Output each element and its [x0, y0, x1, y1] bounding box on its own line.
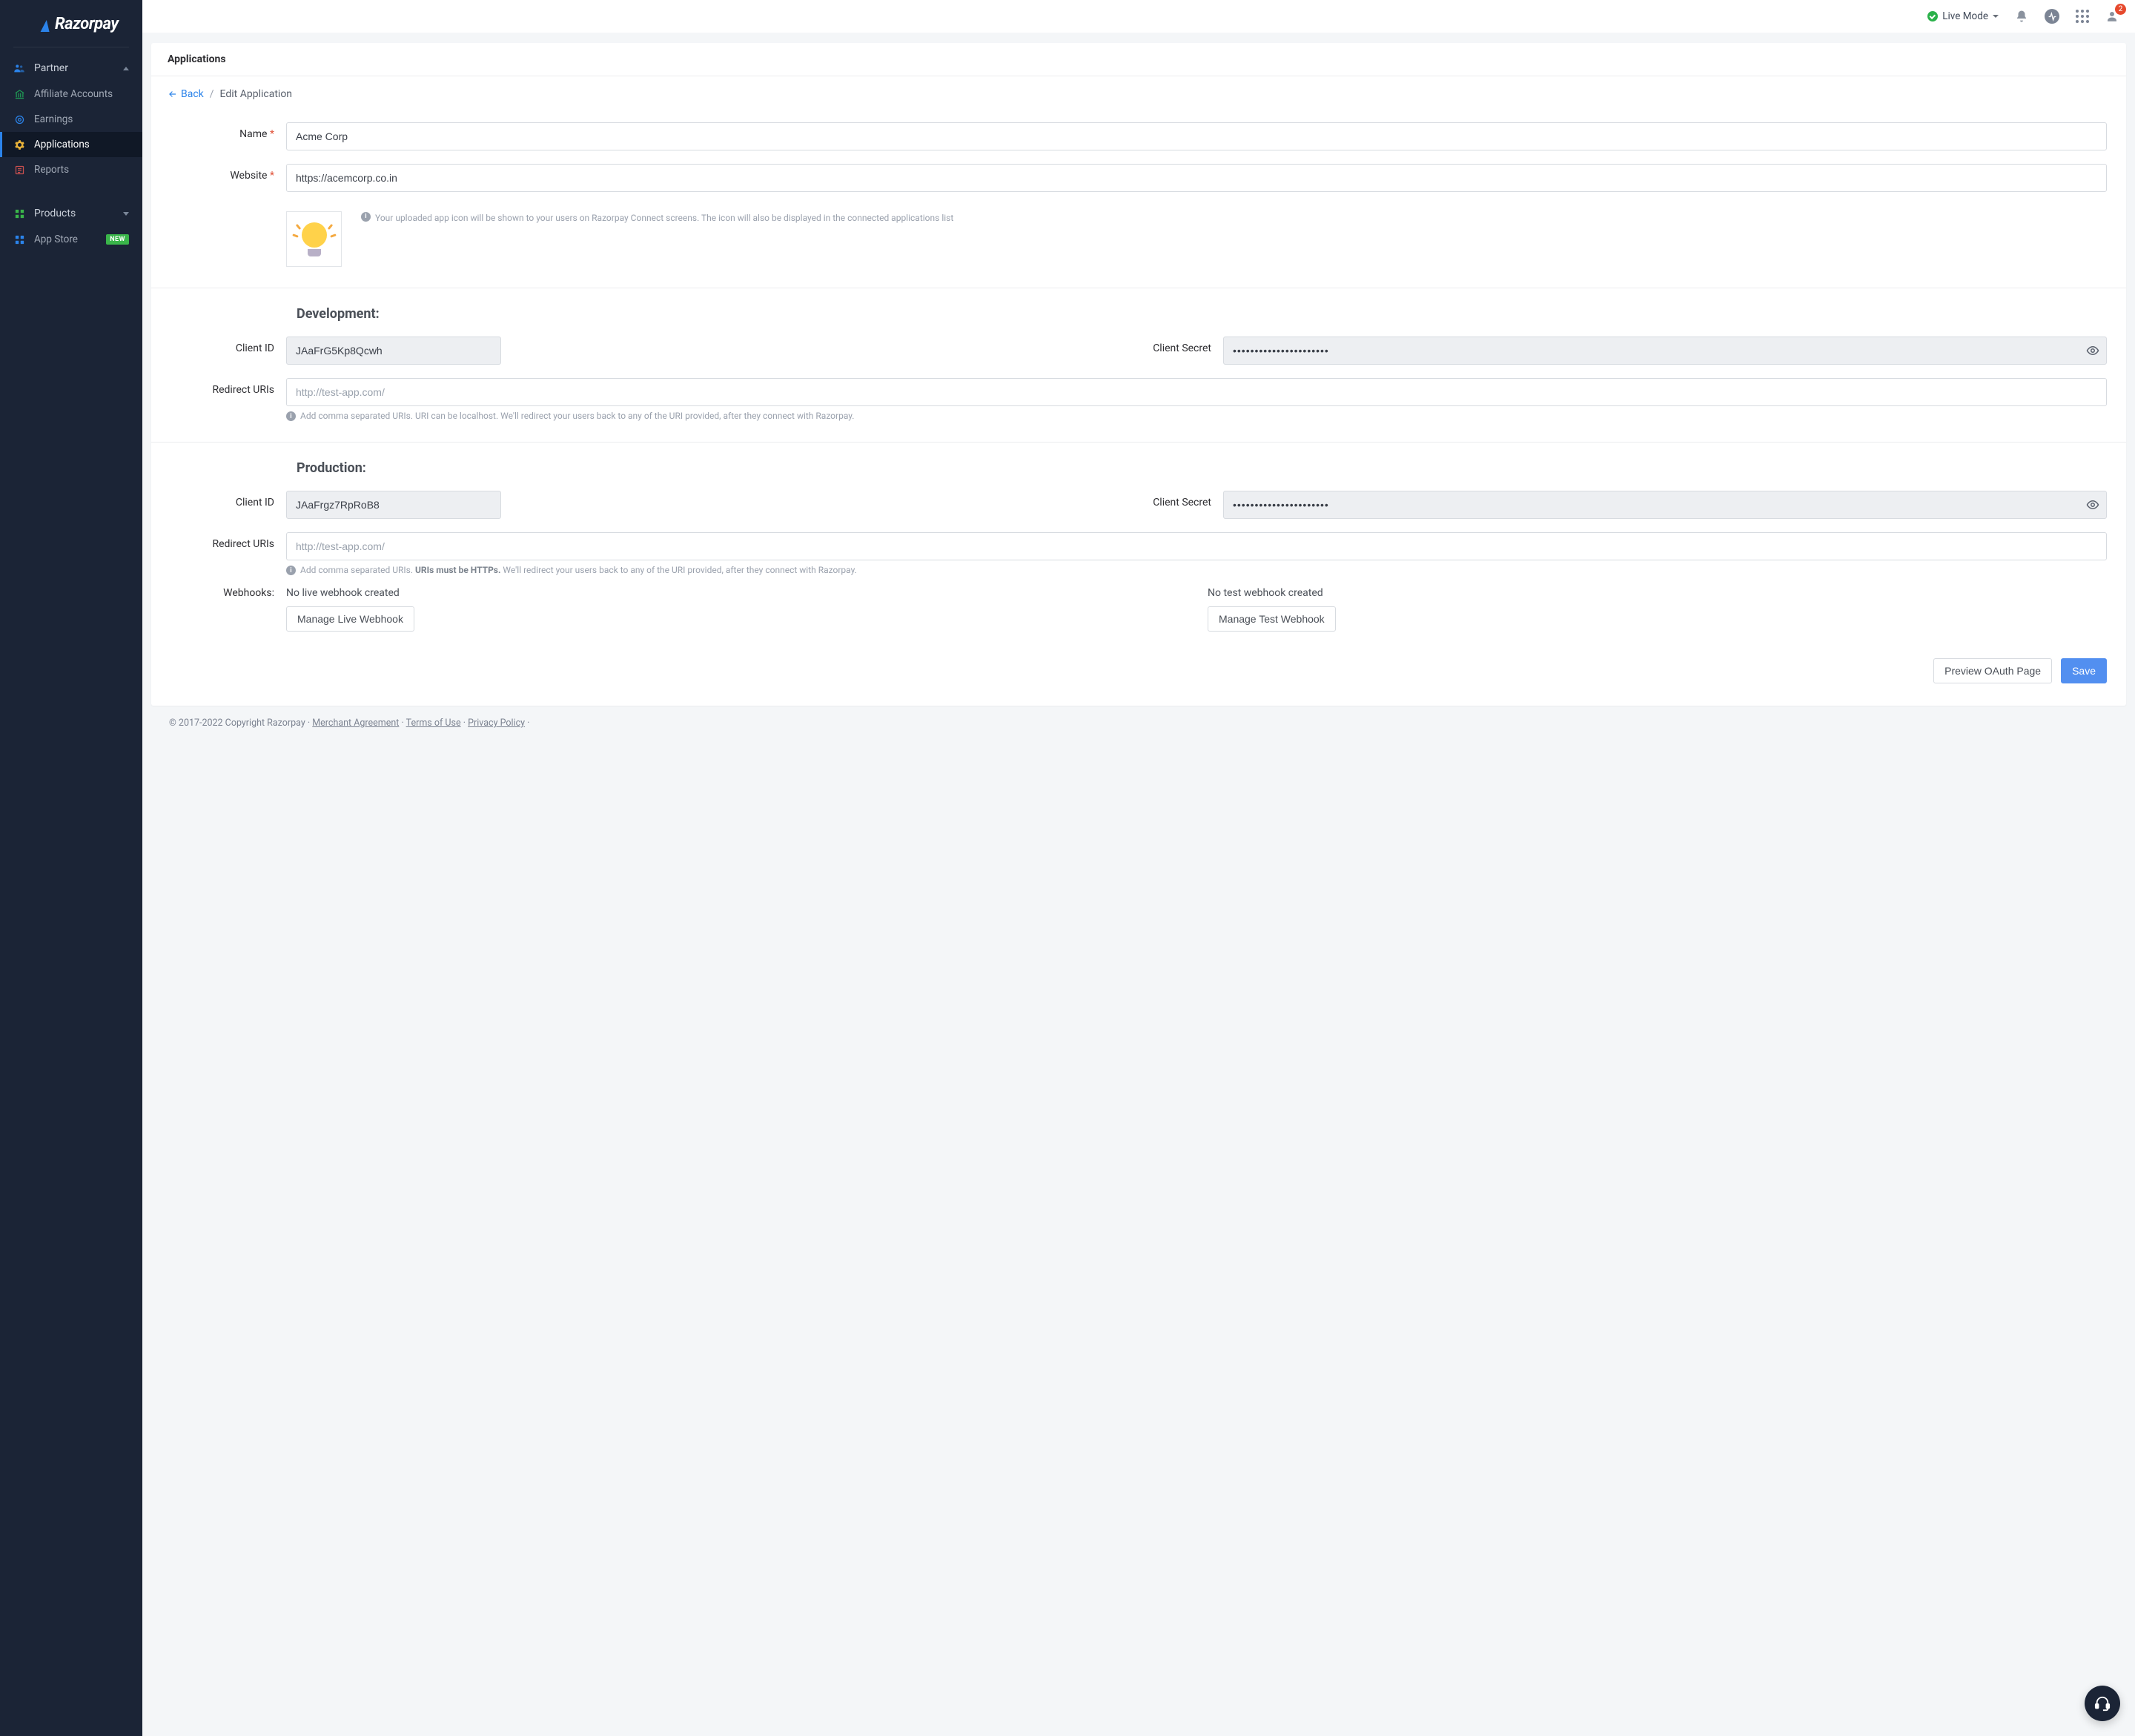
prod-client-id-label: Client ID — [171, 491, 274, 508]
sidebar-section-products[interactable]: Products — [0, 200, 142, 227]
name-input[interactable] — [286, 122, 2107, 150]
sidebar-item-label: Affiliate Accounts — [34, 88, 113, 100]
target-icon — [13, 113, 25, 125]
prod-redirect-hint: i Add comma separated URIs. URIs must be… — [286, 565, 2107, 575]
help-fab[interactable] — [2085, 1686, 2120, 1721]
gear-icon — [13, 139, 25, 150]
bell-icon[interactable] — [2015, 10, 2028, 23]
dev-client-secret-label: Client Secret — [1145, 337, 1211, 354]
sidebar: Razorpay Partner Affiliate Accounts Earn… — [0, 0, 142, 1736]
preview-oauth-button[interactable]: Preview OAuth Page — [1933, 658, 2052, 683]
prod-client-id-input — [286, 491, 501, 519]
logo-mark-icon — [41, 20, 51, 32]
people-icon — [13, 62, 25, 74]
chevron-down-icon — [1993, 15, 1999, 18]
reveal-secret-button[interactable] — [2086, 344, 2099, 357]
breadcrumb-separator: / — [210, 88, 214, 100]
production-section-title: Production: — [297, 460, 2107, 476]
sidebar-item-label: Reports — [34, 164, 69, 176]
notification-count-badge: 2 — [2115, 4, 2126, 15]
info-icon: i — [286, 566, 296, 575]
manage-live-webhook-button[interactable]: Manage Live Webhook — [286, 606, 414, 632]
brand-logo[interactable]: Razorpay — [13, 12, 129, 47]
sidebar-item-app-store[interactable]: App Store NEW — [0, 227, 142, 252]
sidebar-section-label: Products — [34, 208, 76, 219]
breadcrumb-current: Edit Application — [220, 88, 293, 100]
info-icon: i — [286, 411, 296, 421]
icon-hint: i Your uploaded app icon will be shown t… — [361, 211, 953, 225]
eye-icon — [2086, 344, 2099, 357]
sidebar-item-applications[interactable]: Applications — [0, 132, 142, 157]
sidebar-item-earnings[interactable]: Earnings — [0, 107, 142, 132]
back-link[interactable]: Back — [168, 88, 204, 100]
test-webhook-status: No test webhook created — [1208, 587, 2107, 599]
sidebar-item-label: App Store — [34, 233, 78, 245]
breadcrumb: Back / Edit Application — [151, 76, 2126, 109]
topbar: Live Mode 2 — [142, 0, 2135, 33]
sidebar-section-partner[interactable]: Partner — [0, 55, 142, 82]
live-webhook-status: No live webhook created — [286, 587, 1185, 599]
reveal-secret-button[interactable] — [2086, 498, 2099, 511]
chevron-up-icon — [123, 67, 129, 70]
dev-redirect-label: Redirect URIs — [171, 378, 274, 396]
dev-client-id-label: Client ID — [171, 337, 274, 354]
website-input[interactable] — [286, 164, 2107, 192]
report-icon — [13, 164, 25, 176]
mode-selector[interactable]: Live Mode — [1927, 10, 1999, 22]
manage-test-webhook-button[interactable]: Manage Test Webhook — [1208, 606, 1336, 632]
page-title: Applications — [151, 43, 2126, 76]
sidebar-item-label: Earnings — [34, 113, 73, 125]
sidebar-item-reports[interactable]: Reports — [0, 157, 142, 182]
app-icon-upload[interactable] — [286, 211, 342, 267]
bank-icon — [13, 88, 25, 100]
terms-of-use-link[interactable]: Terms of Use — [406, 718, 461, 729]
headset-icon — [2094, 1695, 2111, 1712]
prod-client-secret-input — [1223, 491, 2107, 519]
lightbulb-icon — [299, 222, 330, 256]
mode-label: Live Mode — [1942, 10, 1988, 22]
save-button[interactable]: Save — [2061, 658, 2107, 683]
privacy-policy-link[interactable]: Privacy Policy — [468, 718, 525, 729]
user-menu[interactable]: 2 — [2105, 10, 2119, 23]
footer: © 2017-2022 Copyright Razorpay · Merchan… — [151, 706, 2126, 751]
webhooks-label: Webhooks: — [171, 587, 274, 599]
development-section-title: Development: — [297, 306, 2107, 322]
dev-client-id-input — [286, 337, 501, 365]
sidebar-item-label: Applications — [34, 139, 90, 150]
arrow-left-icon — [168, 89, 178, 99]
dev-redirect-input[interactable] — [286, 378, 2107, 406]
prod-client-secret-label: Client Secret — [1145, 491, 1211, 508]
grid-icon — [13, 208, 25, 219]
footer-copyright: © 2017-2022 Copyright Razorpay · — [169, 718, 312, 729]
new-badge: NEW — [106, 234, 129, 245]
chevron-down-icon — [123, 212, 129, 216]
sidebar-item-affiliate-accounts[interactable]: Affiliate Accounts — [0, 82, 142, 107]
website-label: Website — [171, 164, 274, 182]
activity-icon[interactable] — [2045, 9, 2059, 24]
apps-grid-icon[interactable] — [2076, 10, 2089, 23]
prod-redirect-label: Redirect URIs — [171, 532, 274, 550]
info-icon: i — [361, 212, 371, 222]
dev-client-secret-input — [1223, 337, 2107, 365]
name-label: Name — [171, 122, 274, 140]
eye-icon — [2086, 498, 2099, 511]
sidebar-section-label: Partner — [34, 62, 68, 74]
prod-redirect-input[interactable] — [286, 532, 2107, 560]
apps-icon — [13, 233, 25, 245]
check-circle-icon — [1927, 11, 1938, 21]
dev-redirect-hint: i Add comma separated URIs. URI can be l… — [286, 411, 2107, 421]
merchant-agreement-link[interactable]: Merchant Agreement — [312, 718, 399, 729]
